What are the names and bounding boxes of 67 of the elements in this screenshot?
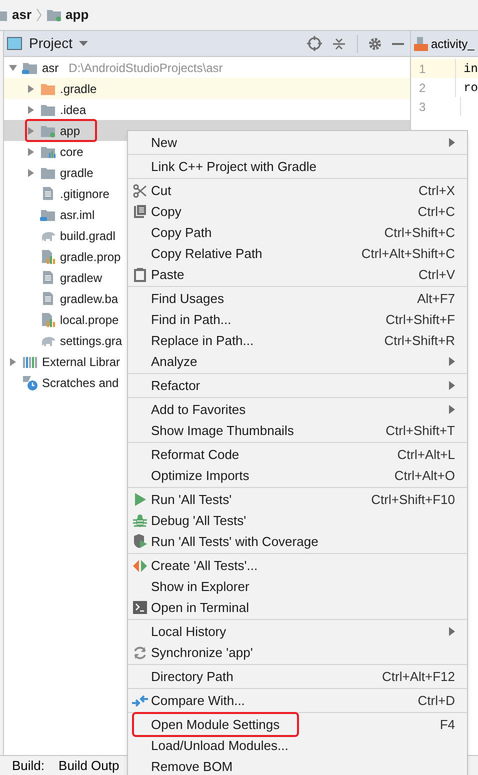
tree-label: Scratches and	[42, 374, 119, 392]
menu-label: Remove BOM	[151, 758, 233, 775]
menu-label: Reformat Code	[151, 446, 240, 464]
tree-label: build.gradl	[60, 228, 116, 244]
tree-label: asr	[42, 60, 59, 76]
menu-label: Open in Terminal	[151, 598, 250, 617]
shortcut: Ctrl+Alt+L	[397, 446, 455, 464]
tree-label: gradle	[60, 164, 94, 182]
shortcut: Ctrl+Shift+R	[384, 332, 455, 350]
menu-label: Link C++ Project with Gradle	[151, 158, 316, 176]
menu-label: Add to Favorites	[151, 400, 246, 419]
menu-label: Directory Path	[151, 668, 234, 686]
shortcut: Ctrl+V	[418, 266, 455, 284]
tree-path: D:\AndroidStudioProjects\asr	[68, 60, 223, 76]
menu-label: Create 'All Tests'...	[151, 556, 258, 575]
code-text: in	[462, 60, 478, 78]
tree-label: gradlew	[60, 270, 102, 286]
shortcut: Ctrl+Alt+F12	[382, 668, 455, 686]
menu-label: Open Module Settings	[134, 714, 297, 736]
tree-label: local.prope	[60, 312, 119, 328]
menu-label: Compare With...	[151, 692, 245, 710]
menu-label: Refactor	[151, 376, 200, 395]
menu-label: Replace in Path...	[151, 332, 254, 350]
tree-label: .gradle	[60, 80, 97, 98]
line-number: 1	[411, 59, 456, 78]
tree-label: gradlew.ba	[60, 290, 118, 308]
menu-label: Local History	[151, 622, 226, 641]
shortcut: Ctrl+Alt+O	[394, 466, 455, 485]
tree-label: gradle.prop	[60, 248, 121, 266]
menu-label: Show in Explorer	[151, 578, 250, 596]
shortcut: Ctrl+Shift+T	[386, 422, 455, 440]
line-number: 2	[411, 78, 456, 97]
menu-label: Copy Relative Path	[151, 244, 262, 263]
shortcut: Ctrl+X	[418, 182, 455, 200]
menu-label: Run 'All Tests' with Coverage	[151, 532, 318, 551]
shortcut: Ctrl+Shift+F10	[371, 490, 455, 509]
menu-label: Paste	[151, 266, 184, 284]
tree-label: settings.gra	[60, 332, 122, 350]
menu-label: Copy Path	[151, 224, 212, 242]
shortcut: Ctrl+C	[418, 202, 455, 221]
shortcut: Ctrl+Shift+C	[384, 224, 455, 242]
shortcut: Ctrl+D	[418, 692, 455, 710]
shortcut: Ctrl+Shift+F	[386, 310, 455, 329]
menu-label: Show Image Thumbnails	[151, 422, 294, 440]
shortcut: Alt+F7	[417, 290, 455, 308]
tree-label: .idea	[60, 102, 86, 118]
tree-label: core	[60, 144, 84, 160]
menu-label: Load/Unload Modules...	[151, 736, 288, 755]
tree-label: .gitignore	[60, 186, 110, 202]
menu-label: Debug 'All Tests'	[151, 512, 246, 530]
menu-label: Find in Path...	[151, 310, 232, 329]
line-number: 3	[411, 97, 461, 116]
tree-label: app	[60, 122, 80, 140]
shortcut: Ctrl+Alt+Shift+C	[361, 244, 455, 263]
code-text: ro	[462, 80, 478, 96]
menu-label: Run 'All Tests'	[151, 490, 232, 509]
shortcut: F4	[440, 716, 455, 734]
tree-label: External Librar	[42, 354, 120, 370]
menu-label: Cut	[151, 182, 172, 200]
menu-label: Optimize Imports	[151, 466, 250, 485]
build-label: Build:	[12, 756, 45, 775]
menu-label: Synchronize 'app'	[151, 644, 253, 662]
tree-label: asr.iml	[60, 206, 95, 224]
menu-label: Find Usages	[151, 290, 224, 308]
menu-label: New	[151, 134, 178, 152]
menu-label: Analyze	[151, 352, 198, 371]
menu-label: Copy	[151, 202, 182, 221]
